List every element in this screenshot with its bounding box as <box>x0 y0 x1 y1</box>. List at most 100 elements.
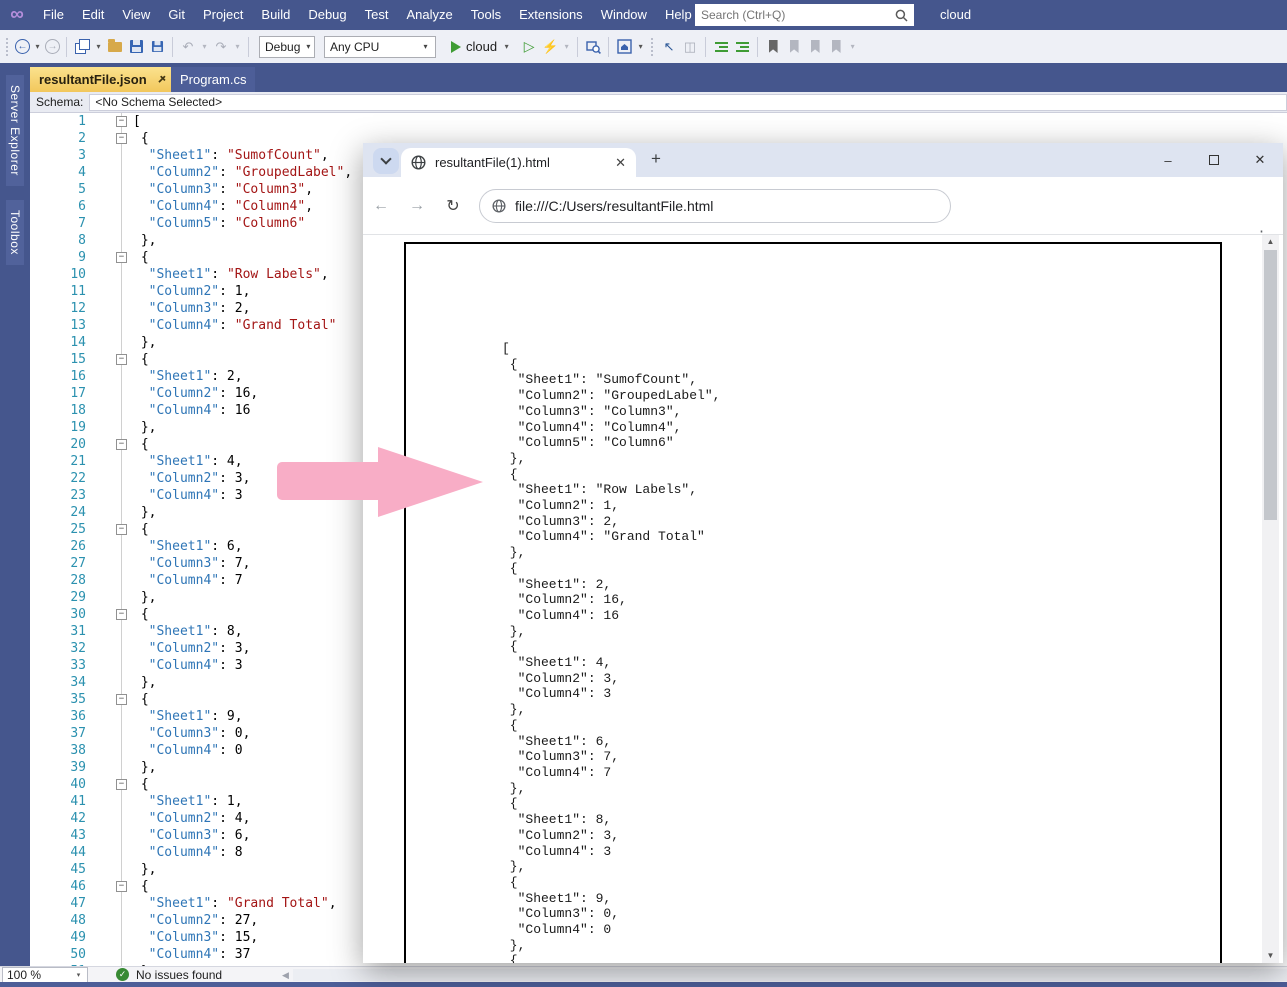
outlining-margin[interactable] <box>88 419 133 436</box>
open-file-icon[interactable] <box>106 38 124 56</box>
collapse-icon[interactable]: − <box>116 439 127 450</box>
outlining-margin[interactable] <box>88 487 133 504</box>
save-all-icon[interactable] <box>148 38 166 56</box>
outlining-margin[interactable] <box>88 708 133 725</box>
outlining-margin[interactable] <box>88 810 133 827</box>
outlining-margin[interactable]: − <box>88 351 133 368</box>
tab-program-cs[interactable]: Program.cs <box>171 67 255 92</box>
breakpoint-cursor-icon[interactable]: ↖ <box>660 38 678 56</box>
close-button[interactable]: ✕ <box>1237 152 1283 168</box>
minimize-button[interactable]: – <box>1145 153 1191 168</box>
search-input[interactable] <box>695 8 895 22</box>
undo-icon[interactable]: ↶ <box>179 38 197 56</box>
outlining-margin[interactable] <box>88 538 133 555</box>
browser-tab[interactable]: resultantFile(1).html ✕ <box>401 148 636 177</box>
toolbar-grip-handle[interactable] <box>650 37 655 57</box>
increase-indent-icon[interactable] <box>733 38 751 56</box>
collapse-icon[interactable]: − <box>116 694 127 705</box>
menu-extensions[interactable]: Extensions <box>510 0 592 30</box>
outlining-margin[interactable] <box>88 759 133 776</box>
scrollbar-track[interactable] <box>293 969 1287 981</box>
outlining-margin[interactable] <box>88 317 133 334</box>
menu-git[interactable]: Git <box>159 0 194 30</box>
browser-scrollbar[interactable]: ▲ ▼ <box>1262 235 1279 963</box>
outlining-margin[interactable]: − <box>88 606 133 623</box>
solution-configuration-dropdown[interactable]: Debug▾ <box>259 36 315 58</box>
outlining-margin[interactable]: − <box>88 691 133 708</box>
zoom-level-dropdown[interactable]: 100 % ▾ <box>2 967 88 983</box>
outlining-margin[interactable]: − <box>88 130 133 147</box>
outlining-margin[interactable] <box>88 861 133 878</box>
outlining-margin[interactable] <box>88 453 133 470</box>
collapse-icon[interactable]: − <box>116 609 127 620</box>
bookmarks-dropdown[interactable]: ▾ <box>848 42 857 51</box>
menu-window[interactable]: Window <box>592 0 656 30</box>
outlining-margin[interactable] <box>88 504 133 521</box>
outlining-margin[interactable]: − <box>88 113 133 130</box>
clear-bookmarks-icon[interactable] <box>827 38 845 56</box>
start-without-debugging-icon[interactable]: ▷ <box>520 38 538 56</box>
copy-parallel-icon[interactable]: ◫ <box>681 38 699 56</box>
menu-tools[interactable]: Tools <box>462 0 510 30</box>
outlining-margin[interactable] <box>88 368 133 385</box>
menu-analyze[interactable]: Analyze <box>397 0 461 30</box>
outlining-margin[interactable] <box>88 895 133 912</box>
outlining-margin[interactable] <box>88 470 133 487</box>
tab-close-icon[interactable]: ✕ <box>615 155 626 171</box>
navigate-back-dropdown[interactable]: ▾ <box>33 42 42 51</box>
collapse-icon[interactable]: − <box>116 354 127 365</box>
browser-reload-icon[interactable]: ↻ <box>435 196 471 216</box>
decrease-indent-icon[interactable] <box>712 38 730 56</box>
outlining-margin[interactable]: − <box>88 878 133 895</box>
schema-selector-dropdown[interactable]: <No Schema Selected> <box>89 94 1287 111</box>
pin-icon[interactable]: ✝ <box>153 72 169 88</box>
tab-search-chevron-button[interactable] <box>373 148 399 174</box>
maximize-button[interactable] <box>1191 153 1237 168</box>
outlining-margin[interactable] <box>88 334 133 351</box>
outlining-margin[interactable] <box>88 572 133 589</box>
scroll-left-icon[interactable]: ◀ <box>282 970 289 981</box>
menu-view[interactable]: View <box>113 0 159 30</box>
outlining-margin[interactable] <box>88 657 133 674</box>
scroll-down-icon[interactable]: ▼ <box>1262 949 1279 963</box>
next-bookmark-icon[interactable] <box>806 38 824 56</box>
outlining-margin[interactable] <box>88 402 133 419</box>
start-debugging-button[interactable]: cloud ▾ <box>445 35 517 59</box>
tab-resultantfile-json[interactable]: resultantFile.json ✝ ✕ <box>30 67 193 92</box>
menu-project[interactable]: Project <box>194 0 252 30</box>
solution-explorer-icon[interactable] <box>615 38 633 56</box>
hot-reload-icon[interactable]: ⚡ <box>541 38 559 56</box>
outlining-margin[interactable]: − <box>88 521 133 538</box>
collapse-icon[interactable]: − <box>116 779 127 790</box>
signed-in-account-label[interactable]: cloud <box>940 0 971 30</box>
outlining-margin[interactable] <box>88 266 133 283</box>
toolbar-grip-handle[interactable] <box>5 37 10 57</box>
outlining-margin[interactable] <box>88 725 133 742</box>
editor-line[interactable]: 1−[ <box>30 113 1287 130</box>
navigate-back-icon[interactable]: ← <box>15 39 30 54</box>
collapse-icon[interactable]: − <box>116 881 127 892</box>
solution-explorer-dropdown[interactable]: ▾ <box>636 42 645 51</box>
new-item-dropdown[interactable]: ▾ <box>94 42 103 51</box>
menu-file[interactable]: File <box>34 0 73 30</box>
solution-platform-dropdown[interactable]: Any CPU▾ <box>324 36 436 58</box>
menu-help[interactable]: Help <box>656 0 701 30</box>
find-in-files-icon[interactable] <box>584 38 602 56</box>
horizontal-scrollbar[interactable]: ◀ <box>282 968 1287 982</box>
toggle-bookmark-icon[interactable] <box>764 38 782 56</box>
outlining-margin[interactable] <box>88 215 133 232</box>
outlining-margin[interactable]: − <box>88 249 133 266</box>
new-item-icon[interactable] <box>73 38 91 56</box>
undo-dropdown[interactable]: ▾ <box>200 42 209 51</box>
outlining-margin[interactable] <box>88 555 133 572</box>
collapse-icon[interactable]: − <box>116 116 127 127</box>
menu-test[interactable]: Test <box>356 0 398 30</box>
browser-forward-icon[interactable]: → <box>399 197 435 215</box>
scrollbar-thumb[interactable] <box>1264 250 1277 520</box>
outlining-margin[interactable] <box>88 946 133 963</box>
outlining-margin[interactable] <box>88 385 133 402</box>
outlining-margin[interactable] <box>88 181 133 198</box>
health-check-icon[interactable]: ✓ <box>116 968 129 981</box>
side-tab-toolbox[interactable]: Toolbox <box>6 200 24 265</box>
outlining-margin[interactable] <box>88 300 133 317</box>
